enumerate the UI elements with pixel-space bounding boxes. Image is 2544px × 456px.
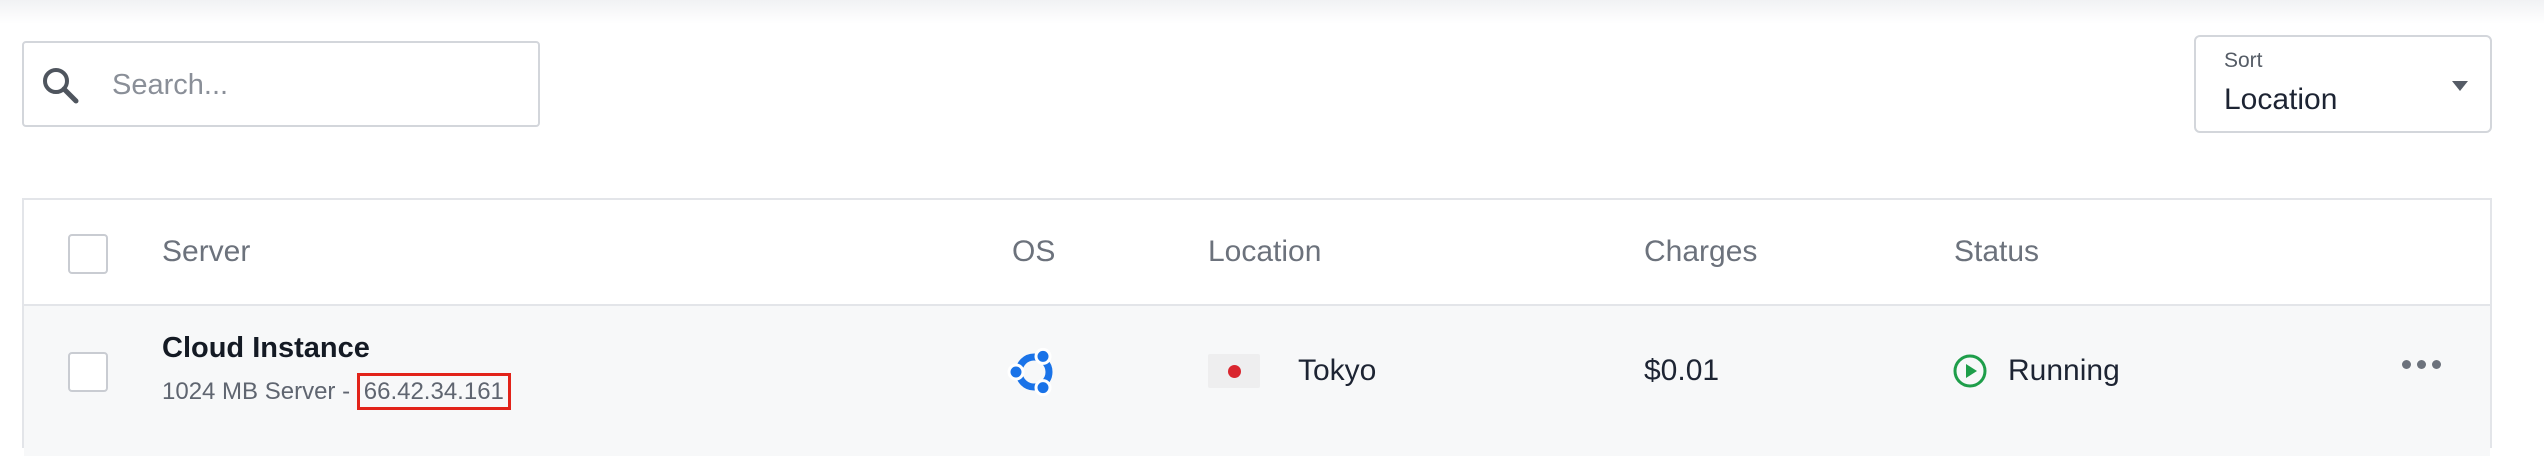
sort-value: Location bbox=[2224, 83, 2338, 116]
column-header-server[interactable]: Server bbox=[162, 235, 250, 269]
top-shade bbox=[0, 0, 2544, 24]
sort-label: Sort bbox=[2224, 49, 2263, 72]
server-details: 1024 MB Server - 66.42.34.161 bbox=[162, 373, 511, 410]
servers-table: Server OS Location Charges Status Cloud … bbox=[22, 198, 2492, 456]
column-header-charges[interactable]: Charges bbox=[1644, 235, 1757, 269]
japan-flag-icon bbox=[1208, 354, 1260, 388]
server-charges: $0.01 bbox=[1644, 354, 1720, 387]
caret-down-icon bbox=[2452, 81, 2468, 91]
table-row[interactable]: Cloud Instance 1024 MB Server - 66.42.34… bbox=[24, 306, 2490, 456]
sort-select[interactable]: Sort Location bbox=[2194, 35, 2492, 133]
server-ip: 66.42.34.161 bbox=[356, 373, 511, 410]
search-input[interactable] bbox=[110, 57, 520, 113]
ubuntu-icon bbox=[1007, 347, 1053, 397]
server-spec: 1024 MB Server - bbox=[162, 378, 357, 405]
search-box[interactable] bbox=[22, 41, 540, 127]
column-header-os[interactable]: OS bbox=[1012, 235, 1055, 269]
search-icon bbox=[43, 68, 79, 104]
more-actions-icon[interactable] bbox=[2396, 354, 2446, 374]
select-all-checkbox[interactable] bbox=[68, 234, 108, 274]
server-name[interactable]: Cloud Instance bbox=[162, 332, 370, 365]
server-location: Tokyo bbox=[1298, 354, 1377, 387]
row-checkbox[interactable] bbox=[68, 352, 108, 392]
table-header: Server OS Location Charges Status bbox=[24, 200, 2490, 306]
column-header-location[interactable]: Location bbox=[1208, 235, 1321, 269]
server-status: Running bbox=[2008, 354, 2120, 387]
column-header-status[interactable]: Status bbox=[1954, 235, 2039, 269]
play-circle-icon bbox=[1953, 354, 1987, 388]
